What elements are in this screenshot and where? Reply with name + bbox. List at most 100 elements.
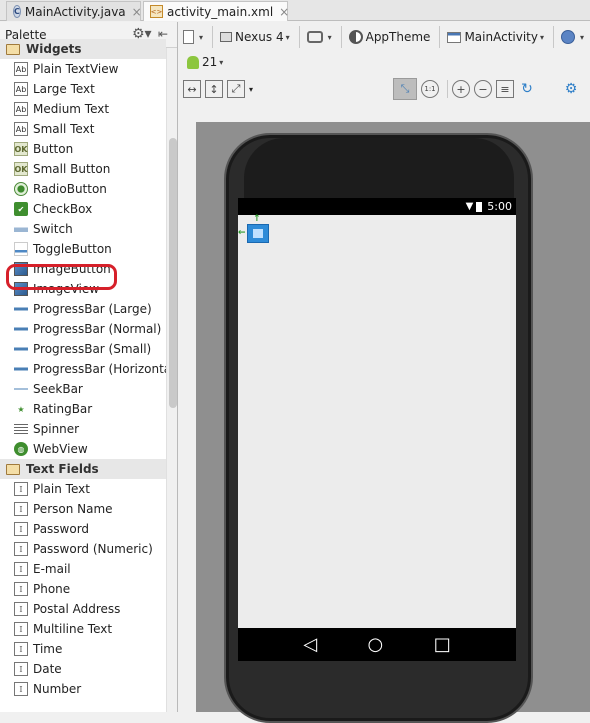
document-icon <box>183 30 194 44</box>
toolbar-separator <box>212 26 214 48</box>
progressbar-icon <box>14 302 28 316</box>
palette-list: Widgets Ab Plain TextView Ab Large Text Ab… <box>0 39 177 699</box>
palette-item-small-text[interactable]: Ab Small Text <box>0 119 166 139</box>
item-label: ProgressBar (Small) <box>33 342 152 356</box>
expand-vertical-icon[interactable]: ↕ <box>205 80 223 98</box>
activity-icon <box>447 31 462 43</box>
palette-item-switch[interactable]: Switch <box>0 219 166 239</box>
item-label: Button <box>33 142 74 156</box>
palette-item-medium-text[interactable]: Ab Medium Text <box>0 99 166 119</box>
api-level-selector[interactable]: 21 ▾ <box>183 50 227 74</box>
layout-toolbar: ▾ Nexus 4 ▾ ▾ AppTheme MainActivity ▾ ▾ <box>179 22 590 52</box>
zoom-out-icon[interactable]: − <box>474 80 493 98</box>
image-button-icon <box>14 262 28 276</box>
device-nav-bar: ◁ ○ □ <box>238 628 516 661</box>
palette-item-imageview[interactable]: ImageView <box>0 279 166 299</box>
button-icon: OK <box>14 142 28 156</box>
activity-selector[interactable]: MainActivity ▾ <box>443 25 548 49</box>
palette-item-postal-address[interactable]: I Postal Address <box>0 599 166 619</box>
toolbar-separator <box>340 26 342 48</box>
toggle-icon <box>14 242 28 256</box>
chevron-down-icon: ▾ <box>539 32 544 42</box>
resize-icon[interactable]: ⤢ <box>227 80 245 98</box>
java-class-icon: C <box>13 5 21 18</box>
toolbar-separator <box>439 26 441 48</box>
palette-item-small-button[interactable]: OK Small Button <box>0 159 166 179</box>
zoom-actual-size-icon[interactable]: 1:1 <box>421 80 440 98</box>
palette-item-number[interactable]: I Number <box>0 679 166 699</box>
palette-item-webview[interactable]: ◍ WebView <box>0 439 166 459</box>
category-widgets[interactable]: Widgets <box>0 39 166 59</box>
palette-item-password[interactable]: I Password <box>0 519 166 539</box>
close-icon[interactable]: × <box>132 5 142 19</box>
item-label: ImageView <box>33 282 100 296</box>
palette-item-plain-text[interactable]: I Plain Text <box>0 479 166 499</box>
tab-mainactivity-java[interactable]: C MainActivity.java × <box>6 1 142 21</box>
textview-icon: Ab <box>14 82 28 96</box>
palette-item-seekbar[interactable]: SeekBar <box>0 379 166 399</box>
device-screen[interactable] <box>238 215 516 628</box>
device-status-bar: ▼ 5:00 <box>238 198 516 215</box>
wifi-icon: ▼ <box>465 201 474 212</box>
anchor-up-icon[interactable]: ↑ <box>253 214 261 224</box>
anchor-left-icon[interactable]: ← <box>238 228 246 238</box>
theme-selector[interactable]: AppTheme <box>345 25 435 49</box>
theme-icon <box>348 30 363 44</box>
close-icon[interactable]: × <box>279 5 289 19</box>
status-clock: 5:00 <box>487 200 512 213</box>
palette-item-person-name[interactable]: I Person Name <box>0 499 166 519</box>
expand-horizontal-icon[interactable]: ↔ <box>183 80 201 98</box>
item-label: Password <box>33 522 90 536</box>
palette-item-date[interactable]: I Date <box>0 659 166 679</box>
imagebutton-widget[interactable] <box>247 224 269 243</box>
theme-label: AppTheme <box>365 30 431 44</box>
device-selector[interactable]: Nexus 4 ▾ <box>216 25 294 49</box>
category-text-fields[interactable]: Text Fields <box>0 459 166 479</box>
palette-item-phone[interactable]: I Phone <box>0 579 166 599</box>
home-icon[interactable]: ○ <box>368 635 384 654</box>
refresh-icon[interactable]: ↻ <box>518 80 536 98</box>
palette-scrollbar[interactable] <box>166 48 177 712</box>
zoom-in-icon[interactable]: + <box>452 80 471 98</box>
palette-item-progressbar-horizontal[interactable]: ProgressBar (Horizontal) <box>0 359 177 379</box>
palette-item-progressbar-large[interactable]: ProgressBar (Large) <box>0 299 166 319</box>
folder-icon <box>6 43 20 55</box>
locale-selector[interactable]: ▾ <box>557 25 588 49</box>
item-label: ProgressBar (Large) <box>33 302 152 316</box>
text-field-icon: I <box>14 522 28 536</box>
zoom-to-fit-icon[interactable]: ⤡ <box>393 78 418 100</box>
palette-item-time[interactable]: I Time <box>0 639 166 659</box>
palette-item-radiobutton[interactable]: RadioButton <box>0 179 166 199</box>
palette-item-plain-textview[interactable]: Ab Plain TextView <box>0 59 166 79</box>
palette-item-checkbox[interactable]: ✔ CheckBox <box>0 199 166 219</box>
palette-item-togglebutton[interactable]: ToggleButton <box>0 239 166 259</box>
toolbar-separator <box>298 26 300 48</box>
text-field-icon: I <box>14 542 28 556</box>
palette-item-password-numeric[interactable]: I Password (Numeric) <box>0 539 166 559</box>
chevron-down-icon: ▾ <box>285 32 290 42</box>
layout-variants-button[interactable]: ▾ <box>179 25 207 49</box>
screenshot-icon[interactable]: ≡ <box>496 80 515 98</box>
palette-item-progressbar-small[interactable]: ProgressBar (Small) <box>0 339 166 359</box>
textview-icon: Ab <box>14 62 28 76</box>
palette-item-spinner[interactable]: Spinner <box>0 419 166 439</box>
orientation-button[interactable]: ▾ <box>303 25 336 49</box>
item-label: Switch <box>33 222 73 236</box>
gear-icon[interactable]: ⚙ <box>562 80 580 98</box>
item-label: Password (Numeric) <box>33 542 153 556</box>
palette-item-email[interactable]: I E-mail <box>0 559 166 579</box>
recents-icon[interactable]: □ <box>434 635 451 654</box>
palette-item-ratingbar[interactable]: ★ RatingBar <box>0 399 166 419</box>
palette-item-large-text[interactable]: Ab Large Text <box>0 79 166 99</box>
scrollbar-thumb[interactable] <box>169 138 177 408</box>
palette-item-progressbar-normal[interactable]: ProgressBar (Normal) <box>0 319 166 339</box>
palette-item-imagebutton[interactable]: ImageButton <box>0 259 166 279</box>
palette-item-button[interactable]: OK Button <box>0 139 166 159</box>
palette-item-multiline-text[interactable]: I Multiline Text <box>0 619 166 639</box>
item-label: Plain TextView <box>33 62 119 76</box>
textview-icon: Ab <box>14 102 28 116</box>
tab-label: activity_main.xml <box>167 4 274 19</box>
chevron-down-icon[interactable]: ▾ <box>249 85 253 94</box>
tab-activity-main-xml[interactable]: <> activity_main.xml × <box>143 1 289 21</box>
back-icon[interactable]: ◁ <box>303 635 317 654</box>
